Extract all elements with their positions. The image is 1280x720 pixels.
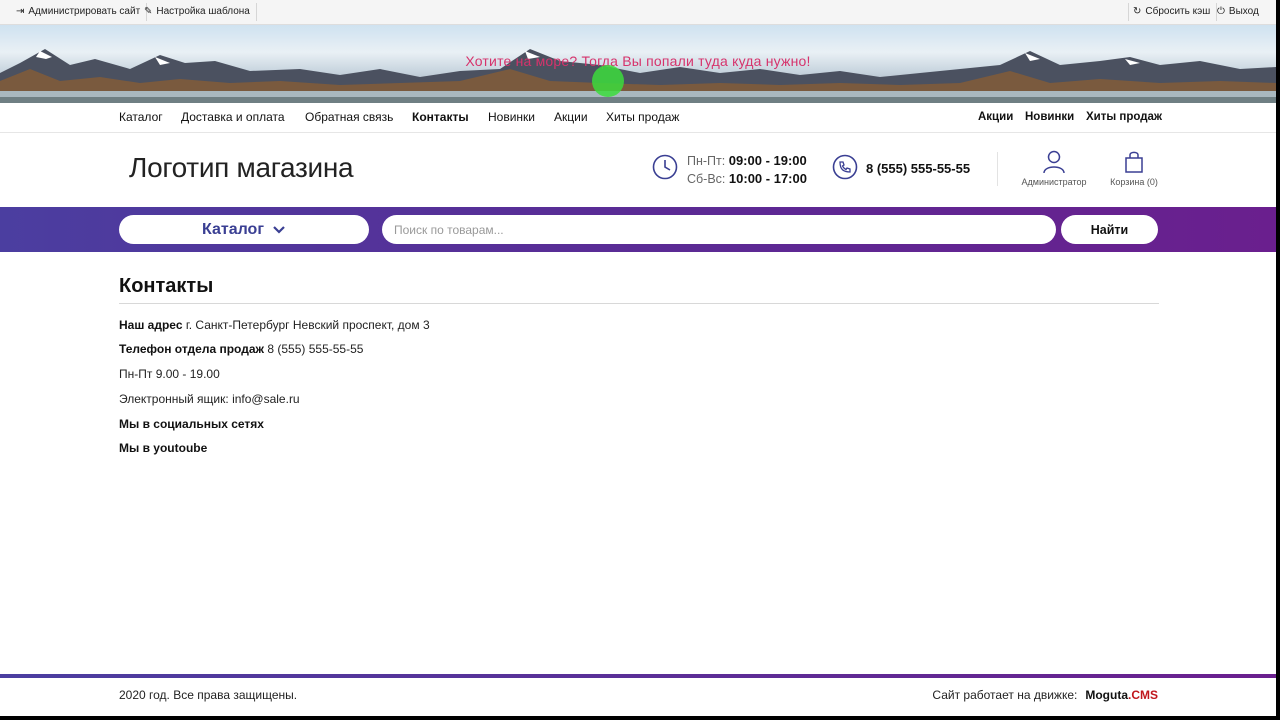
page: ⇥ Администрировать сайт ✎ Настройка шабл… [0, 0, 1276, 716]
logout-label: Выход [1228, 6, 1259, 17]
catalog-dropdown-button[interactable]: Каталог [119, 215, 369, 244]
weekdays-label: Пн-Пт: [687, 154, 726, 168]
address-line: Наш адрес г. Санкт-Петербург Невский про… [119, 318, 430, 332]
banner-text[interactable]: Хотите на море? Тогда Вы попали туда куд… [0, 53, 1276, 69]
nav-right-bestsellers[interactable]: Хиты продаж [1086, 111, 1162, 123]
catalog-dropdown-label: Каталог [202, 220, 264, 238]
cart-label: Корзина (0) [1110, 177, 1158, 187]
site-footer: 2020 год. Все права защищены. Сайт работ… [0, 678, 1276, 716]
user-icon [1043, 150, 1065, 174]
nav-new[interactable]: Новинки [488, 110, 535, 124]
search-bar: Каталог Найти [0, 207, 1276, 252]
email-line: Электронный ящик: info@sale.ru [119, 392, 300, 406]
clock-icon [652, 154, 678, 180]
header-phone[interactable]: 8 (555) 555-55-55 [866, 161, 970, 176]
shopping-bag-icon [1125, 151, 1143, 173]
weekend-hours: 10:00 - 17:00 [728, 171, 807, 186]
engine-credit: Сайт работает на движке: Moguta.CMS [932, 688, 1158, 702]
reset-cache-button[interactable]: ↻ Сбросить кэш [1128, 3, 1218, 21]
work-hours-line: Пн-Пт 9.00 - 19.00 [119, 367, 220, 381]
nav-right-sales[interactable]: Акции [978, 111, 1013, 123]
cart-button[interactable]: Корзина (0) [1106, 150, 1162, 187]
cursor-highlight [592, 65, 624, 97]
moguta-cms-link[interactable]: Moguta.CMS [1085, 688, 1158, 702]
promo-banner[interactable]: Хотите на море? Тогда Вы попали туда куд… [0, 25, 1276, 103]
working-hours: Пн-Пт: 09:00 - 19:00 Сб-Вс: 10:00 - 17:0… [687, 152, 807, 188]
sales-phone-value: 8 (555) 555-55-55 [267, 342, 364, 356]
weekend-label: Сб-Вс: [687, 172, 726, 186]
nav-right-new[interactable]: Новинки [1025, 111, 1074, 123]
sales-phone-line: Телефон отдела продаж 8 (555) 555-55-55 [119, 342, 363, 356]
engine-label: Сайт работает на движке: [932, 688, 1078, 702]
title-divider [119, 303, 1159, 304]
logout-button[interactable]: ⏻ Выход [1213, 3, 1265, 21]
social-networks-heading: Мы в социальных сетях [119, 417, 264, 431]
copyright: 2020 год. Все права защищены. [119, 688, 298, 702]
chevron-down-icon [273, 225, 285, 234]
account-button[interactable]: Администратор [1020, 150, 1088, 187]
address-value: г. Санкт-Петербург Невский проспект, дом… [185, 318, 430, 332]
search-button[interactable]: Найти [1061, 215, 1158, 244]
template-settings-button[interactable]: ✎ Настройка шаблона [140, 3, 257, 21]
store-logo[interactable]: Логотип магазина [129, 152, 354, 184]
refresh-icon: ↻ [1133, 6, 1142, 17]
account-label: Администратор [1021, 177, 1087, 187]
top-navigation: Каталог Доставка и оплата Обратная связь… [0, 103, 1276, 133]
address-label: Наш адрес [119, 318, 183, 332]
email-value[interactable]: info@sale.ru [232, 392, 300, 406]
sales-phone-label: Телефон отдела продаж [119, 342, 265, 356]
email-label: Электронный ящик: [119, 392, 229, 406]
site-header: Логотип магазина Пн-Пт: 09:00 - 19:00 Сб… [0, 132, 1276, 207]
admin-bar: ⇥ Администрировать сайт ✎ Настройка шабл… [0, 0, 1276, 25]
pencil-icon: ✎ [144, 6, 153, 17]
search-input[interactable] [382, 215, 1056, 244]
administer-site-label: Администрировать сайт [28, 6, 141, 17]
nav-bestsellers[interactable]: Хиты продаж [606, 110, 679, 124]
nav-feedback[interactable]: Обратная связь [305, 110, 393, 124]
reset-cache-label: Сбросить кэш [1145, 6, 1211, 17]
phone-icon [832, 154, 858, 180]
administer-site-button[interactable]: ⇥ Администрировать сайт [12, 3, 148, 21]
nav-contacts[interactable]: Контакты [412, 110, 469, 124]
power-icon: ⏻ [1217, 6, 1225, 17]
page-title: Контакты [119, 275, 214, 297]
youtube-heading: Мы в youtoube [119, 441, 208, 455]
template-settings-label: Настройка шаблона [156, 6, 250, 17]
nav-delivery[interactable]: Доставка и оплата [181, 110, 285, 124]
nav-catalog[interactable]: Каталог [119, 110, 163, 124]
weekdays-hours: 09:00 - 19:00 [728, 153, 807, 168]
header-divider [997, 152, 998, 186]
login-icon: ⇥ [16, 6, 25, 17]
nav-sales[interactable]: Акции [554, 110, 588, 124]
